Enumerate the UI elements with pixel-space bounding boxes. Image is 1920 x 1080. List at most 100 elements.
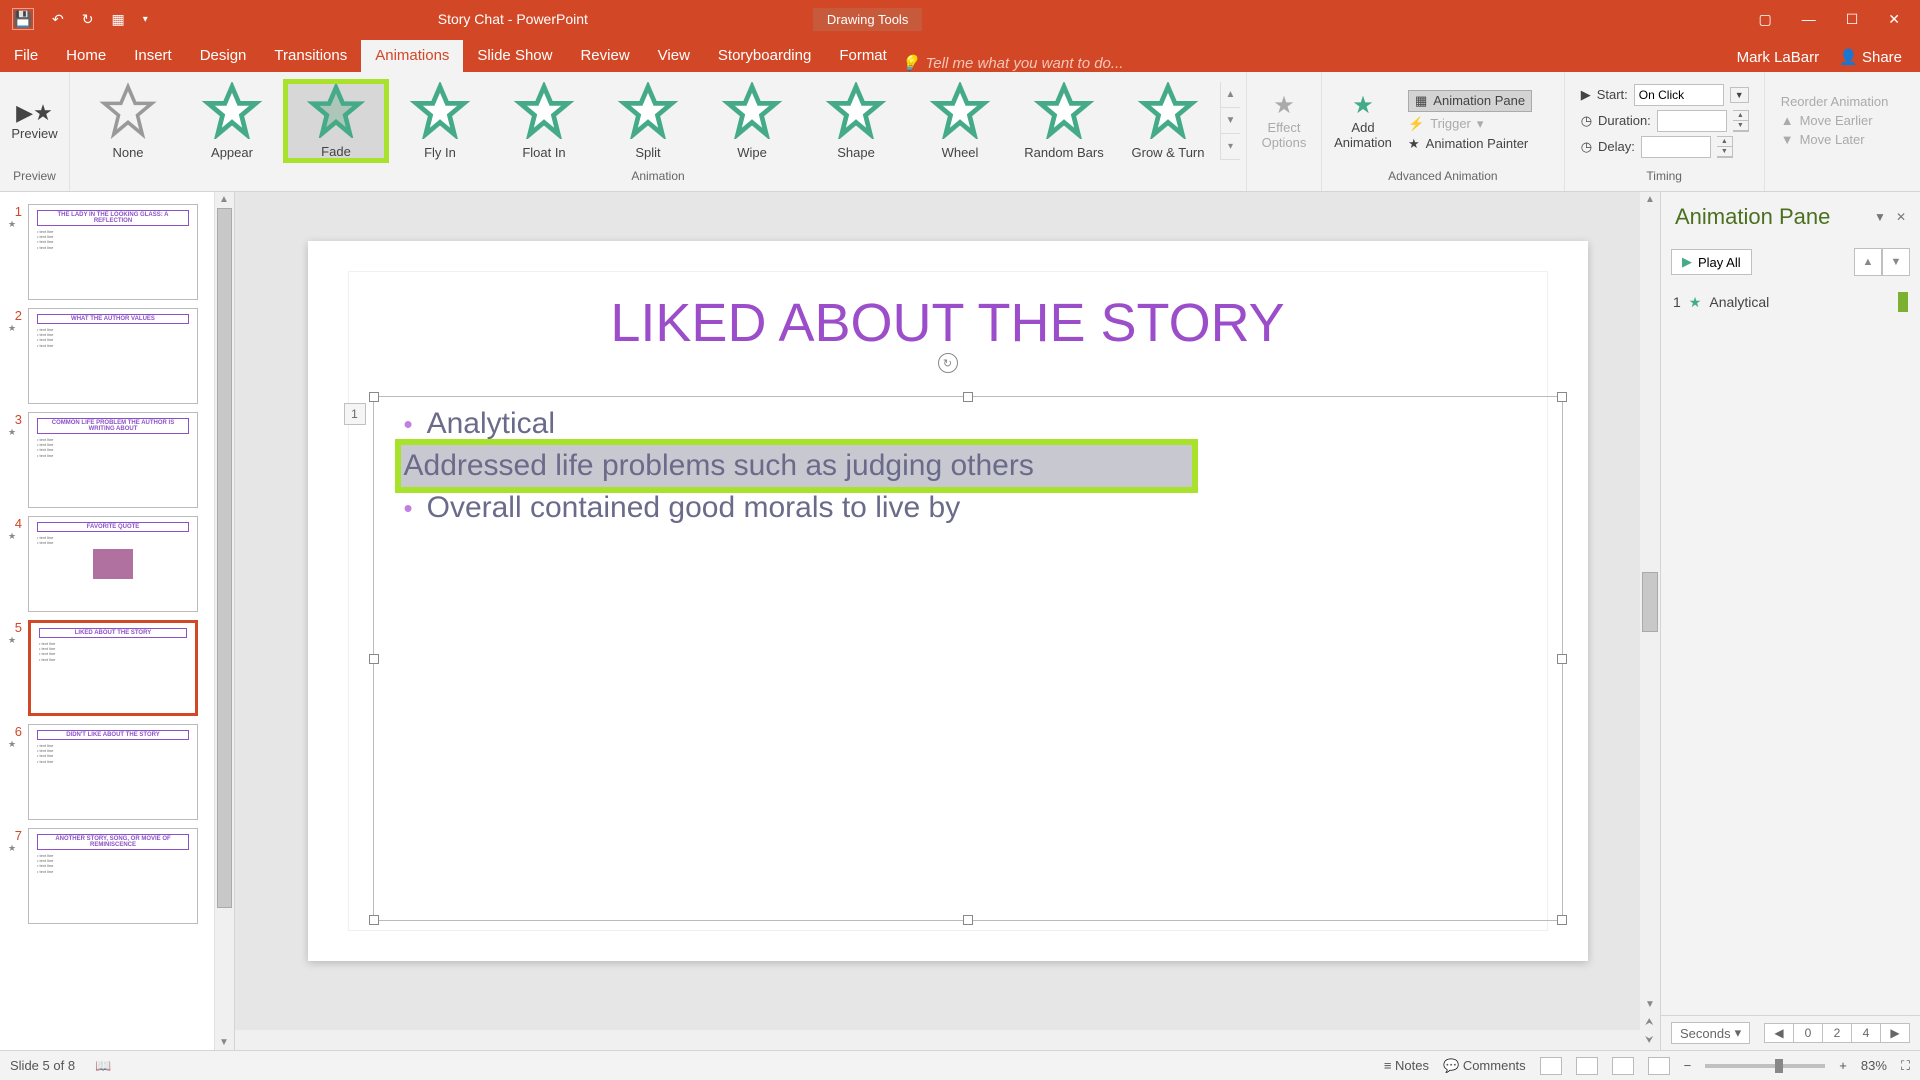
move-earlier-button[interactable]: ▲ Move Earlier <box>1781 113 1889 128</box>
anim-wipe[interactable]: Wipe <box>702 82 802 160</box>
animation-sequence-tag[interactable]: 1 <box>344 403 366 425</box>
canvas-scrollbar-vertical[interactable]: ▲▼⮝⮟ <box>1640 192 1660 1050</box>
slide-title[interactable]: LIKED ABOUT THE STORY <box>349 272 1547 354</box>
animation-painter-button[interactable]: ★Animation Painter <box>1408 136 1532 152</box>
animation-list: 1 ★ Analytical <box>1661 282 1920 1015</box>
duration-spinner[interactable]: ▲▼ <box>1733 110 1749 132</box>
duration-input[interactable] <box>1657 110 1727 132</box>
tab-storyboarding[interactable]: Storyboarding <box>704 40 825 72</box>
start-select[interactable] <box>1634 84 1724 106</box>
effect-options-button[interactable]: ★Effect Options <box>1253 76 1315 166</box>
move-later-button[interactable]: ▼ Move Later <box>1781 132 1889 147</box>
slide-thumbnail-4[interactable]: 4★ FAVORITE QUOTE• text line• text line <box>0 512 234 616</box>
zoom-out-button[interactable]: − <box>1684 1058 1692 1073</box>
slide-thumbnail-3[interactable]: 3★ COMMON LIFE PROBLEM THE AUTHOR IS WRI… <box>0 408 234 512</box>
slide-canvas[interactable]: LIKED ABOUT THE STORY ↻ 1 •Analytical Ad… <box>235 192 1660 1050</box>
anim-grow-turn[interactable]: Grow & Turn <box>1118 82 1218 160</box>
tab-file[interactable]: File <box>0 40 52 72</box>
zoom-slider[interactable] <box>1705 1064 1825 1068</box>
animation-item-1[interactable]: 1 ★ Analytical <box>1661 288 1920 316</box>
tab-transitions[interactable]: Transitions <box>260 40 361 72</box>
close-icon[interactable]: ✕ <box>1888 11 1900 28</box>
slide-thumbnail-2[interactable]: 2★ WHAT THE AUTHOR VALUES• text line• te… <box>0 304 234 408</box>
timeline-right-arrow[interactable]: ▶ <box>1880 1023 1910 1043</box>
anim-appear[interactable]: Appear <box>182 82 282 160</box>
canvas-scrollbar-horizontal[interactable] <box>235 1030 1640 1050</box>
normal-view-button[interactable] <box>1540 1057 1562 1075</box>
painter-icon: ★ <box>1408 136 1420 152</box>
content-textbox[interactable]: •Analytical Addressed life problems such… <box>373 396 1563 921</box>
spellcheck-icon[interactable]: 📖 <box>95 1058 111 1074</box>
share-button[interactable]: 👤 Share <box>1839 48 1902 66</box>
qat-more-icon[interactable]: ▾ <box>143 14 148 25</box>
slide-thumbnail-5[interactable]: 5★ LIKED ABOUT THE STORY• text line• tex… <box>0 616 234 720</box>
gallery-scroll[interactable]: ▲▼▾ <box>1220 82 1240 160</box>
delay-input[interactable] <box>1641 136 1711 158</box>
pane-dropdown-icon[interactable]: ▼ <box>1874 210 1886 224</box>
rotate-handle[interactable]: ↻ <box>938 353 958 373</box>
undo-icon[interactable]: ↶ <box>52 11 64 28</box>
timeline-left-arrow[interactable]: ◀ <box>1764 1023 1794 1043</box>
thumbnail-scrollbar[interactable]: ▲▼ <box>214 192 234 1050</box>
resize-handle-e[interactable] <box>1557 654 1567 664</box>
slide-thumbnail-6[interactable]: 6★ DIDN'T LIKE ABOUT THE STORY• text lin… <box>0 720 234 824</box>
slide-thumbnail-7[interactable]: 7★ ANOTHER STORY, SONG, OR MOVIE OF REMI… <box>0 824 234 928</box>
slideshow-view-button[interactable] <box>1648 1057 1670 1075</box>
anim-random-bars[interactable]: Random Bars <box>1014 82 1114 160</box>
resize-handle-se[interactable] <box>1557 915 1567 925</box>
animation-pane-title: Animation Pane <box>1675 204 1830 230</box>
user-name[interactable]: Mark LaBarr <box>1737 49 1820 66</box>
zoom-level[interactable]: 83% <box>1861 1058 1887 1073</box>
delay-spinner[interactable]: ▲▼ <box>1717 136 1733 158</box>
trigger-button[interactable]: ⚡Trigger ▾ <box>1408 116 1532 132</box>
sorter-view-button[interactable] <box>1576 1057 1598 1075</box>
resize-handle-n[interactable] <box>963 392 973 402</box>
anim-none[interactable]: None <box>78 82 178 160</box>
tab-review[interactable]: Review <box>566 40 643 72</box>
save-icon[interactable]: 💾 <box>12 8 34 30</box>
bullet-3[interactable]: •Overall contained good morals to live b… <box>374 487 1562 529</box>
tab-home[interactable]: Home <box>52 40 120 72</box>
redo-icon[interactable]: ↻ <box>82 11 94 28</box>
anim-split[interactable]: Split <box>598 82 698 160</box>
anim-wheel[interactable]: Wheel <box>910 82 1010 160</box>
maximize-icon[interactable]: ☐ <box>1846 11 1859 28</box>
present-icon[interactable]: ▦ <box>111 11 124 28</box>
fit-to-window-button[interactable]: ⛶ <box>1901 1058 1910 1074</box>
tab-insert[interactable]: Insert <box>120 40 186 72</box>
move-down-button[interactable]: ▼ <box>1882 248 1910 276</box>
minimize-icon[interactable]: — <box>1802 11 1816 27</box>
reading-view-button[interactable] <box>1612 1057 1634 1075</box>
tab-format[interactable]: Format <box>825 40 901 72</box>
animation-pane-button[interactable]: ▦Animation Pane <box>1408 90 1532 112</box>
resize-handle-sw[interactable] <box>369 915 379 925</box>
tab-view[interactable]: View <box>644 40 704 72</box>
slide-indicator[interactable]: Slide 5 of 8 <box>10 1058 75 1073</box>
add-animation-button[interactable]: ★Add Animation <box>1328 76 1398 166</box>
bullet-1[interactable]: •Analytical <box>374 403 1562 445</box>
resize-handle-w[interactable] <box>369 654 379 664</box>
anim-flyin[interactable]: Fly In <box>390 82 490 160</box>
tell-me-search[interactable]: 💡Tell me what you want to do... <box>901 54 1124 72</box>
animation-gallery[interactable]: None Appear Fade Fly In Float In Split W… <box>76 80 1220 162</box>
tab-slideshow[interactable]: Slide Show <box>463 40 566 72</box>
slide-thumbnail-1[interactable]: 1★ THE LADY IN THE LOOKING GLASS: A REFL… <box>0 200 234 304</box>
comments-button[interactable]: 💬 Comments <box>1443 1058 1526 1074</box>
pane-close-icon[interactable]: ✕ <box>1896 210 1906 224</box>
play-all-button[interactable]: ▶Play All <box>1671 249 1752 275</box>
tab-animations[interactable]: Animations <box>361 40 463 72</box>
seconds-dropdown[interactable]: Seconds ▾ <box>1671 1022 1750 1044</box>
resize-handle-s[interactable] <box>963 915 973 925</box>
zoom-in-button[interactable]: + <box>1839 1058 1847 1073</box>
anim-shape[interactable]: Shape <box>806 82 906 160</box>
tab-design[interactable]: Design <box>186 40 261 72</box>
anim-fade[interactable]: Fade <box>286 82 386 160</box>
notes-button[interactable]: ≡ Notes <box>1384 1058 1429 1073</box>
move-up-button[interactable]: ▲ <box>1854 248 1882 276</box>
resize-handle-ne[interactable] <box>1557 392 1567 402</box>
anim-floatin[interactable]: Float In <box>494 82 594 160</box>
bullet-2-selected[interactable]: Addressed life problems such as judging … <box>401 445 1192 487</box>
ribbon-options-icon[interactable]: ▢ <box>1758 11 1771 28</box>
preview-button[interactable]: ▶★Preview <box>6 76 63 166</box>
resize-handle-nw[interactable] <box>369 392 379 402</box>
